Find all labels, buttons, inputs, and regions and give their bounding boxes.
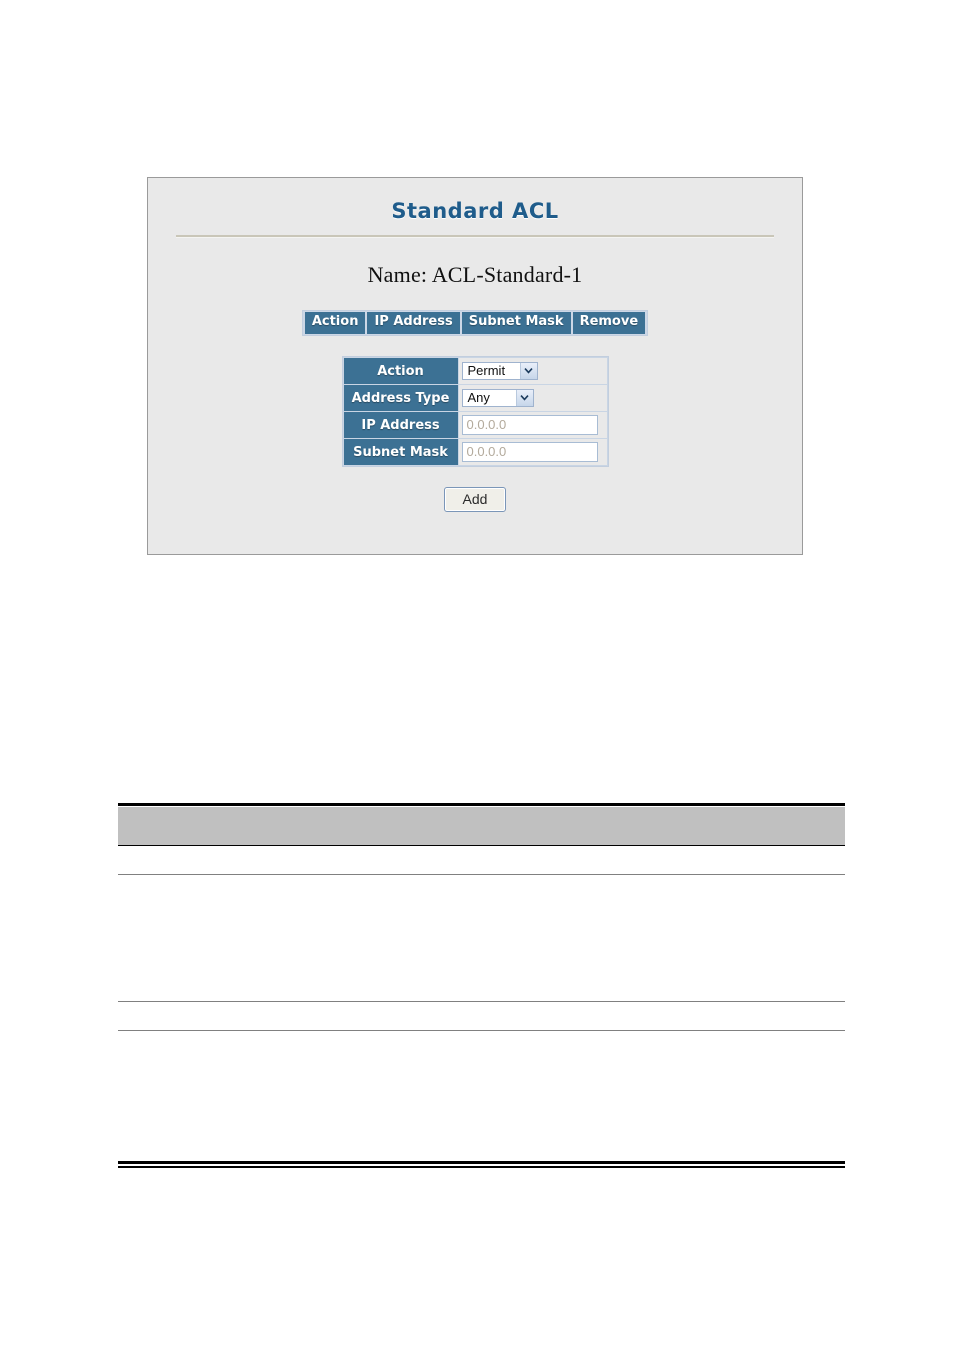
address-type-select-value: Any (467, 389, 490, 405)
column-header-subnet-mask: Subnet Mask (461, 312, 571, 335)
address-type-select[interactable]: Any (461, 388, 534, 407)
action-select[interactable]: Permit (461, 361, 538, 380)
page-title: Standard ACL (391, 199, 559, 223)
column-header-remove: Remove (572, 312, 646, 335)
table-row (118, 875, 845, 1001)
chevron-down-icon[interactable] (519, 362, 537, 379)
address-type-value-cell: Any (458, 385, 607, 412)
acl-entry-form: Action Permit Address Type Any IP Addres… (148, 356, 802, 468)
add-button[interactable]: Add (443, 487, 507, 513)
table-header-band (118, 807, 845, 846)
action-value-cell: Permit (458, 358, 607, 385)
acl-rules-table-header-row: Action IP Address Subnet Mask Remove (301, 310, 649, 337)
ip-address-label: IP Address (343, 412, 458, 439)
subnet-mask-input[interactable]: 0.0.0.0 (461, 442, 598, 463)
form-row-address-type: Address Type Any (343, 385, 607, 412)
subnet-mask-label: Subnet Mask (343, 439, 458, 466)
table-bottom-rule (118, 1161, 845, 1168)
table-row (118, 846, 845, 874)
ip-address-input[interactable]: 0.0.0.0 (461, 415, 598, 436)
chevron-down-icon[interactable] (515, 389, 533, 406)
subnet-mask-value-cell: 0.0.0.0 (458, 439, 607, 466)
form-row-subnet-mask: Subnet Mask 0.0.0.0 (343, 439, 607, 466)
address-type-label: Address Type (343, 385, 458, 412)
table-row (118, 1002, 845, 1030)
table-row (118, 1031, 845, 1160)
column-header-action: Action (304, 312, 366, 335)
form-actions: Add (148, 487, 802, 513)
action-label: Action (343, 358, 458, 385)
standard-acl-panel: Standard ACL Name: ACL-Standard-1 Action… (147, 177, 803, 555)
title-divider (176, 235, 774, 239)
form-row-ip-address: IP Address 0.0.0.0 (343, 412, 607, 439)
column-header-ip-address: IP Address (367, 312, 460, 335)
acl-entry-form-table: Action Permit Address Type Any IP Addres… (341, 356, 609, 468)
acl-name-label: Name: ACL-Standard-1 (367, 262, 583, 288)
action-select-value: Permit (467, 362, 506, 378)
ip-address-value-cell: 0.0.0.0 (458, 412, 607, 439)
acl-rules-table: Action IP Address Subnet Mask Remove (148, 310, 802, 337)
form-row-action: Action Permit (343, 358, 607, 385)
document-table (118, 803, 845, 1168)
